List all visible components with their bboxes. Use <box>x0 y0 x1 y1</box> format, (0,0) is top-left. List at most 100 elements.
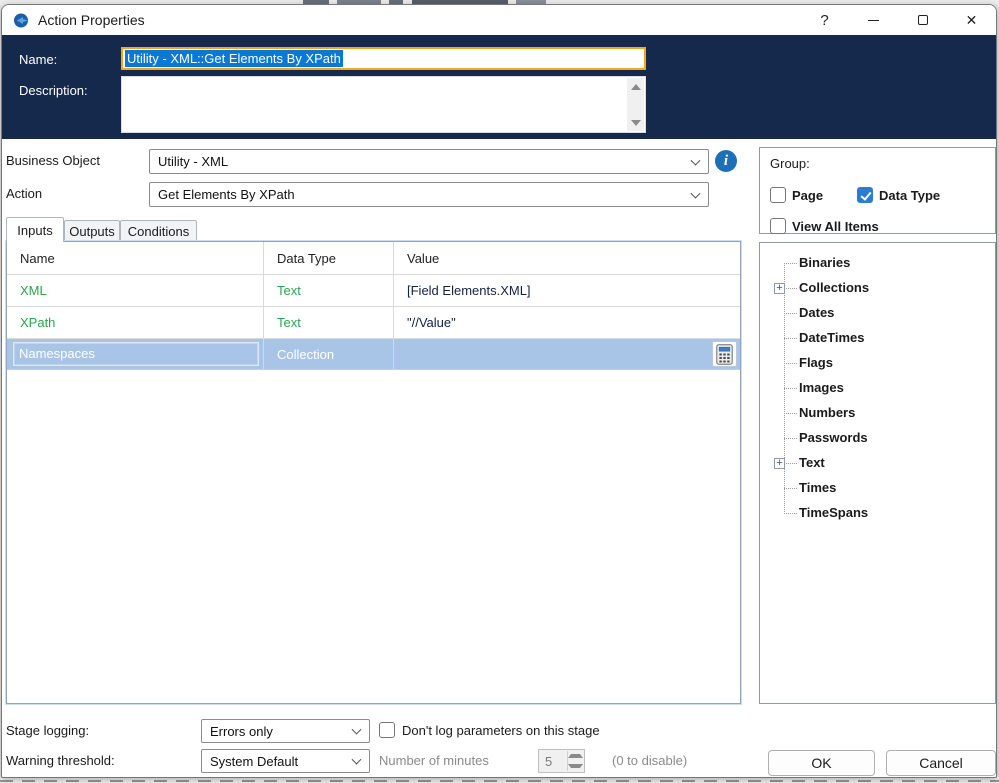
stage-logging-label: Stage logging: <box>6 723 90 738</box>
help-icon: ? <box>820 11 829 29</box>
tree-item-label[interactable]: Images <box>799 380 844 395</box>
row-value-cell[interactable] <box>394 339 740 369</box>
minutes-value: 5 <box>545 753 553 769</box>
row-name-cell[interactable]: XML <box>7 275 264 306</box>
tree-item-label[interactable]: Flags <box>799 355 833 370</box>
row-name-cell[interactable]: Namespaces <box>7 339 264 369</box>
table-row[interactable]: Namespaces Collection <box>7 339 740 370</box>
spinner-buttons[interactable] <box>567 751 583 771</box>
warning-threshold-dropdown[interactable]: System Default <box>201 749 370 773</box>
tab-inputs[interactable]: Inputs <box>6 217 64 242</box>
tree-item-images[interactable]: Images <box>760 376 995 401</box>
tree-item-label[interactable]: Times <box>799 480 836 495</box>
checkbox-page[interactable]: Page <box>770 187 823 203</box>
calculator-icon <box>716 343 733 365</box>
row-datatype-cell[interactable]: Collection <box>264 339 394 369</box>
tree-item-label[interactable]: Text <box>799 455 825 470</box>
tree-connector <box>784 463 797 464</box>
row-name-cell[interactable]: XPath <box>7 307 264 338</box>
description-textarea[interactable] <box>121 76 646 133</box>
row-name-input[interactable]: Namespaces <box>13 342 259 366</box>
checkbox-icon[interactable] <box>770 187 786 203</box>
checkbox-label: View All Items <box>792 218 879 234</box>
expression-editor-button[interactable] <box>712 341 737 367</box>
close-button[interactable]: ✕ <box>947 5 996 35</box>
spinner-up-button[interactable] <box>568 751 583 761</box>
table-header-row: Name Data Type Value <box>7 242 740 275</box>
name-label: Name: <box>19 52 58 67</box>
row-value-cell[interactable]: "//Value" <box>394 307 740 338</box>
stage-logging-value: Errors only <box>210 723 273 739</box>
tree-item-times[interactable]: Times <box>760 476 995 501</box>
action-label: Action <box>6 186 43 201</box>
cancel-button[interactable]: Cancel <box>886 750 996 776</box>
tree-connector <box>784 263 797 264</box>
checkbox-icon[interactable] <box>770 218 786 234</box>
tree-expand-icon[interactable]: + <box>774 458 785 469</box>
table-row[interactable]: XML Text [Field Elements.XML] <box>7 275 740 307</box>
tree-item-label[interactable]: Collections <box>799 280 869 295</box>
ok-button[interactable]: OK <box>768 750 875 776</box>
action-value: Get Elements By XPath <box>158 187 295 202</box>
action-dropdown[interactable]: Get Elements By XPath <box>149 182 709 207</box>
checkbox-icon[interactable] <box>379 722 395 738</box>
row-value-cell[interactable]: [Field Elements.XML] <box>394 275 740 306</box>
spinner-down-button[interactable] <box>568 761 583 771</box>
tree-item-numbers[interactable]: Numbers <box>760 401 995 426</box>
tab-label: Inputs <box>17 222 53 238</box>
scroll-up-icon <box>630 83 641 90</box>
dont-log-checkbox[interactable]: Don't log parameters on this stage <box>379 722 600 738</box>
stage-logging-dropdown[interactable]: Errors only <box>201 719 370 743</box>
tree-item-label[interactable]: Dates <box>799 305 834 320</box>
help-button[interactable]: ? <box>800 5 849 35</box>
chevron-down-icon <box>690 188 701 199</box>
tree-item-label[interactable]: TimeSpans <box>799 505 868 520</box>
tree-item-collections[interactable]: + Collections <box>760 276 995 301</box>
inputs-table: Name Data Type Value XML Text [Field Eleme… <box>6 241 741 704</box>
table-row[interactable]: XPath Text "//Value" <box>7 307 740 339</box>
scroll-up-button[interactable] <box>627 78 644 95</box>
titlebar[interactable]: Action Properties ? ✕ <box>2 5 996 35</box>
tree-item-label[interactable]: Binaries <box>799 255 850 270</box>
tree-item-dates[interactable]: Dates <box>760 301 995 326</box>
tree-item-flags[interactable]: Flags <box>760 351 995 376</box>
name-input-selected-text: Utility - XML::Get Elements By XPath <box>125 50 343 67</box>
tree-item-label[interactable]: DateTimes <box>799 330 865 345</box>
business-object-label: Business Object <box>6 153 100 168</box>
tree-expand-icon[interactable]: + <box>774 283 785 294</box>
disable-hint-label: (0 to disable) <box>612 753 688 768</box>
tab-conditions[interactable]: Conditions <box>120 220 197 242</box>
minimize-button[interactable] <box>849 5 898 35</box>
tree-connector <box>784 288 797 289</box>
description-scrollbar[interactable] <box>627 78 644 131</box>
tree-item-timespans[interactable]: TimeSpans <box>760 501 995 526</box>
scroll-down-button[interactable] <box>627 114 644 131</box>
tree-item-passwords[interactable]: Passwords <box>760 426 995 451</box>
checkbox-view-all-items[interactable]: View All Items <box>770 218 879 234</box>
business-object-dropdown[interactable]: Utility - XML <box>149 149 709 174</box>
column-header-value[interactable]: Value <box>394 242 740 274</box>
minutes-spinner[interactable]: 5 <box>538 749 585 773</box>
column-header-datatype[interactable]: Data Type <box>264 242 394 274</box>
checkbox-data-type[interactable]: Data Type <box>857 187 940 203</box>
info-icon[interactable]: i <box>715 150 737 172</box>
header-panel: Name: Utility - XML::Get Elements By XPa… <box>2 35 996 139</box>
tree-item-text[interactable]: + Text <box>760 451 995 476</box>
group-label: Group: <box>770 156 810 171</box>
tree-connector <box>784 338 797 339</box>
checkbox-icon[interactable] <box>857 187 873 203</box>
tree-item-datetimes[interactable]: DateTimes <box>760 326 995 351</box>
column-header-name[interactable]: Name <box>7 242 264 274</box>
scroll-down-icon <box>630 119 641 126</box>
tree-connector <box>784 488 797 489</box>
tab-outputs[interactable]: Outputs <box>64 220 120 242</box>
tree-item-label[interactable]: Numbers <box>799 405 855 420</box>
maximize-button[interactable] <box>898 5 947 35</box>
row-datatype-cell[interactable]: Text <box>264 275 394 306</box>
name-input[interactable]: Utility - XML::Get Elements By XPath <box>121 47 646 70</box>
tree-item-binaries[interactable]: Binaries <box>760 251 995 276</box>
tree-item-label[interactable]: Passwords <box>799 430 868 445</box>
data-items-tree: Binaries + Collections Dates DateTimes Flags I… <box>759 242 996 704</box>
row-datatype-cell[interactable]: Text <box>264 307 394 338</box>
tree-connector <box>784 413 797 414</box>
